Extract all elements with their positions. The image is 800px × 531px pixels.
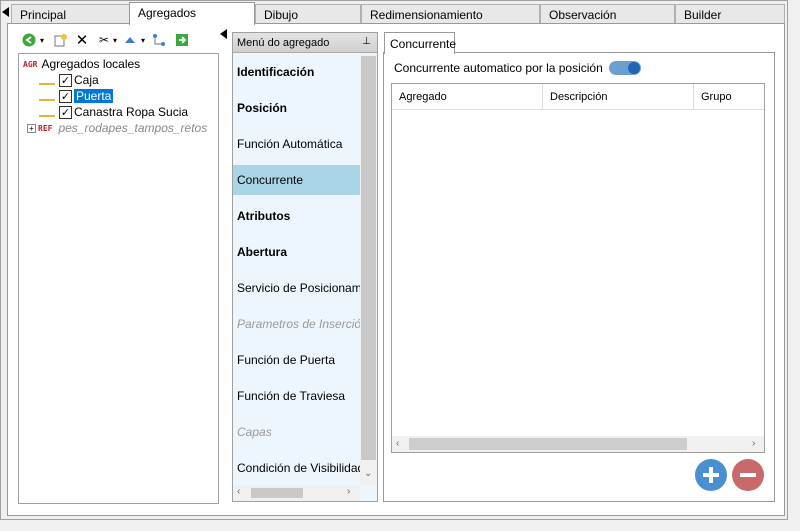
menu-horizontal-scrollbar[interactable]: ‹ › [233, 485, 360, 501]
move-up-icon[interactable] [122, 32, 138, 48]
grid-scroll-thumb[interactable] [409, 438, 687, 450]
concurrente-panel: Concurrente automatico por la posición A… [383, 52, 775, 502]
new-icon[interactable] [52, 32, 68, 48]
grid-scroll-right-icon[interactable]: › [752, 438, 755, 449]
aggregate-item-icon [39, 91, 55, 101]
menu-item-capas: Capas [237, 425, 272, 439]
canastra-checkbox[interactable]: ✓ [59, 105, 72, 119]
tab-agregados[interactable]: Agregados [129, 2, 255, 25]
tab-concurrente[interactable]: Concurrente [384, 32, 456, 54]
export-icon[interactable] [174, 32, 190, 48]
plus-icon [703, 467, 719, 483]
tree-icon[interactable] [151, 32, 167, 48]
tree-item-caja[interactable]: ✓ Caja [39, 72, 99, 88]
aggregate-item-icon [39, 75, 55, 85]
menu-header: Menú do agregado ⊥ [233, 33, 377, 53]
tab-principal[interactable]: Principal [11, 4, 131, 24]
column-header-agregado[interactable]: Agregado [392, 84, 543, 110]
menu-item-concurrente[interactable]: Concurrente [233, 165, 360, 195]
tree-item-puerta[interactable]: ✓ Puerta [39, 88, 114, 104]
tab-redimensionamiento[interactable]: Redimensionamiento [361, 4, 540, 24]
menu-item-abertura[interactable]: Abertura [233, 237, 360, 267]
collapse-arrow-icon[interactable] [2, 7, 9, 17]
cut-icon[interactable]: ✂ [96, 32, 112, 48]
delete-icon[interactable]: ✕ [74, 32, 90, 49]
menu-vertical-scroll-thumb[interactable] [361, 56, 376, 460]
menu-item-identificacion[interactable]: Identificación [233, 57, 360, 87]
minus-icon [740, 473, 756, 477]
grid-header: Agregado Descripción Grupo [392, 84, 764, 110]
move-dropdown-icon[interactable]: ▾ [139, 32, 147, 48]
expand-icon[interactable]: + [27, 123, 36, 133]
puerta-checkbox[interactable]: ✓ [59, 89, 72, 103]
agr-icon: AGR [23, 59, 38, 69]
aggregate-item-icon [39, 107, 55, 117]
tree-item-ref[interactable]: + REF pes_rodapes_tampos_retos [27, 120, 207, 136]
back-dropdown-icon[interactable]: ▾ [38, 32, 46, 48]
tab-observacion[interactable]: Observación [540, 4, 675, 24]
menu-item-servicio-posicionamiento[interactable]: Servicio de Posicionamie [233, 273, 360, 303]
scroll-right-icon[interactable]: › [347, 486, 350, 497]
menu-item-atributos[interactable]: Atributos [233, 201, 360, 231]
column-header-grupo[interactable]: Grupo [694, 84, 764, 110]
ref-icon: REF [38, 123, 53, 133]
menu-item-funcion-puerta[interactable]: Función de Puerta [233, 345, 360, 375]
column-header-descripcion[interactable]: Descripción [543, 84, 694, 110]
menu-vertical-scrollbar[interactable]: ⌄ [360, 54, 377, 485]
grid-scroll-left-icon[interactable]: ‹ [396, 438, 399, 449]
auto-concurrent-label: Concurrente automatico por la posición [394, 61, 603, 75]
concurrent-grid: Agregado Descripción Grupo ‹ › [391, 83, 765, 453]
menu-item-parametros-insercion: Parametros de Inserción [237, 317, 360, 331]
add-button[interactable] [695, 459, 727, 491]
aggregate-tree: AGR Agregados locales ✓ Caja ✓ Puerta ✓ … [18, 53, 219, 504]
tree-root-label: Agregados locales [41, 57, 141, 71]
window: Principal Agregados Dibujo Redimensionam… [0, 0, 788, 520]
tab-strip: Principal Agregados Dibujo Redimensionam… [1, 1, 789, 25]
menu-item-funcion-traviesa[interactable]: Función de Traviesa [233, 381, 360, 411]
back-icon[interactable] [21, 32, 37, 48]
pin-icon[interactable]: ⊥ [362, 36, 371, 47]
scroll-left-icon[interactable]: ‹ [237, 486, 240, 497]
tab-builder[interactable]: Builder [675, 4, 785, 24]
tree-toolbar: ▾ ✕ ✂ ▾ ▾ [11, 31, 219, 51]
grid-horizontal-scrollbar[interactable]: ‹ › [392, 436, 764, 452]
menu-item-condicion-visibilidad[interactable]: Condición de Visibilidad [233, 453, 360, 483]
auto-concurrent-toggle[interactable] [608, 61, 641, 75]
menu-horizontal-scroll-thumb[interactable] [251, 488, 303, 498]
scroll-down-icon[interactable]: ⌄ [364, 468, 372, 479]
caja-checkbox[interactable]: ✓ [59, 73, 72, 87]
collapse-menu-arrow-icon[interactable] [220, 29, 227, 39]
tree-item-canastra[interactable]: ✓ Canastra Ropa Sucia [39, 104, 188, 120]
auto-concurrent-row: Concurrente automatico por la posición [394, 61, 641, 75]
tree-root[interactable]: AGR Agregados locales [23, 56, 140, 72]
toggle-knob [627, 62, 640, 74]
cut-dropdown-icon[interactable]: ▾ [111, 32, 119, 48]
aggregate-menu: Menú do agregado ⊥ Identificación Posici… [232, 32, 378, 502]
tab-dibujo[interactable]: Dibujo [255, 4, 361, 24]
remove-button[interactable] [732, 459, 764, 491]
menu-item-funcion-automatica[interactable]: Función Automática [233, 129, 360, 159]
menu-item-posicion[interactable]: Posición [233, 93, 360, 123]
